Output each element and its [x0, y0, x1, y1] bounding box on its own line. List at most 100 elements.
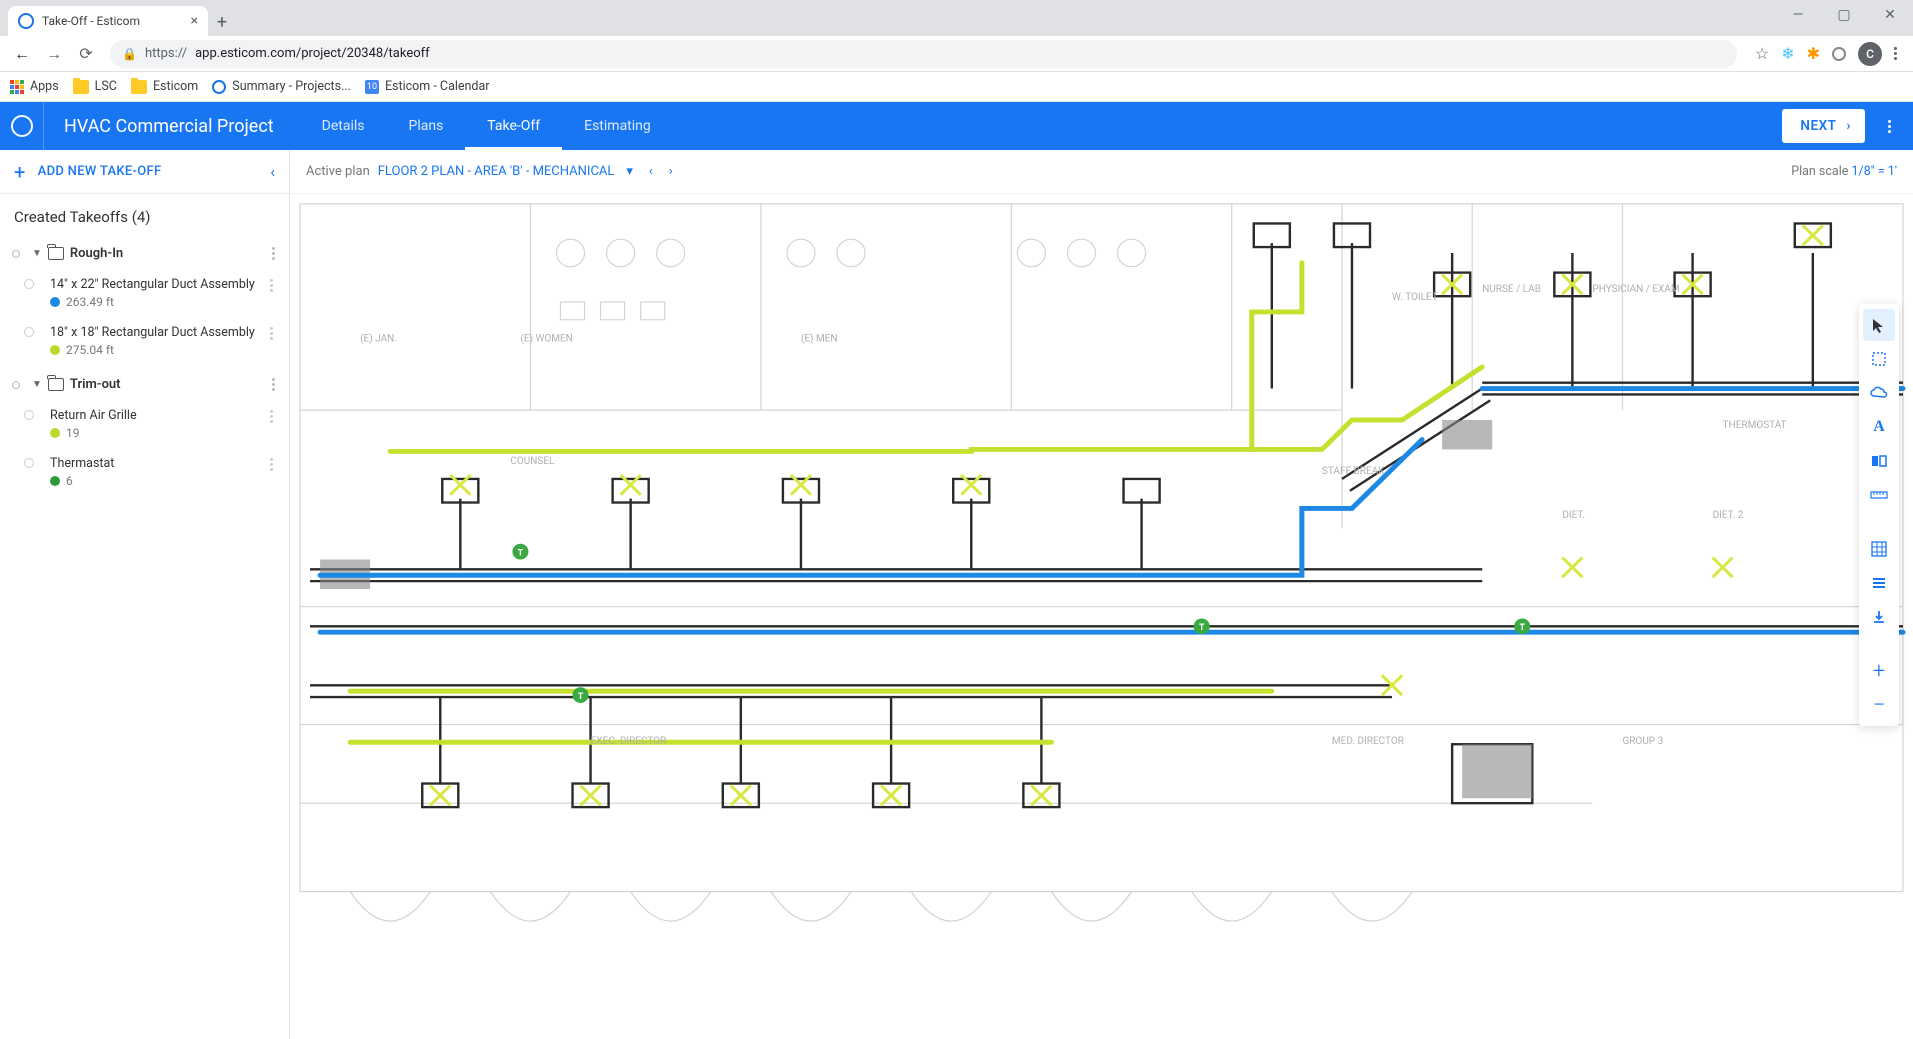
folder-icon [73, 80, 89, 94]
bookmark-calendar[interactable]: 10Esticom - Calendar [365, 79, 490, 94]
canvas-toolbar-floating: A + − [1859, 304, 1899, 726]
star-icon[interactable]: ☆ [1755, 44, 1769, 63]
tool-zoom-in[interactable]: + [1863, 655, 1895, 687]
tab-strip: Take-Off - Esticom × + — ▢ ✕ [0, 0, 1913, 36]
tab-estimating[interactable]: Estimating [562, 102, 673, 150]
tab-title: Take-Off - Esticom [42, 14, 140, 28]
url-field[interactable]: 🔒 https://app.esticom.com/project/20348/… [110, 40, 1737, 68]
forward-button[interactable]: → [40, 40, 68, 68]
maximize-button[interactable]: ▢ [1821, 0, 1867, 30]
app-menu-icon[interactable] [1877, 114, 1901, 138]
next-button[interactable]: NEXT › [1782, 109, 1865, 143]
item-more-icon[interactable] [270, 327, 273, 340]
color-dot-icon [50, 345, 60, 355]
plan-prev-button[interactable]: ‹ [645, 164, 657, 179]
apps-icon [10, 80, 24, 94]
plan-scale-value[interactable]: 1/8" = 1' [1852, 164, 1897, 179]
active-plan-label: Active plan [306, 164, 370, 179]
tree-group-trim-out[interactable]: ▼ Trim-out [6, 367, 281, 402]
chevron-down-icon: ▼ [32, 248, 42, 259]
bookmark-apps[interactable]: Apps [10, 79, 59, 94]
new-tab-button[interactable]: + [208, 8, 236, 36]
item-more-icon[interactable] [270, 458, 273, 471]
close-window-button[interactable]: ✕ [1867, 0, 1913, 30]
svg-text:(E) WOMEN: (E) WOMEN [520, 333, 572, 344]
folder-icon [48, 247, 64, 260]
item-more-icon[interactable] [270, 279, 273, 292]
svg-text:EXEC. DIRECTOR: EXEC. DIRECTOR [591, 736, 667, 747]
logo-icon [11, 115, 33, 137]
tool-download[interactable] [1863, 601, 1895, 633]
project-title: HVAC Commercial Project [44, 116, 294, 137]
visibility-toggle-icon[interactable] [12, 381, 20, 389]
color-dot-icon [50, 428, 60, 438]
bookmark-summary[interactable]: Summary - Projects... [212, 79, 351, 94]
app-logo[interactable] [0, 102, 44, 150]
canvas-area: Active plan FLOOR 2 PLAN - AREA 'B' - ME… [290, 150, 1913, 1039]
favicon-icon [18, 13, 34, 29]
tree-group-rough-in[interactable]: ▼ Rough-In [6, 236, 281, 271]
visibility-toggle-icon[interactable] [24, 410, 34, 420]
bookmark-lsc[interactable]: LSC [73, 79, 117, 94]
color-dot-icon [50, 297, 60, 307]
calendar-icon: 10 [365, 80, 379, 94]
folder-icon [131, 80, 147, 94]
chevron-down-icon: ▼ [32, 379, 42, 390]
takeoff-item[interactable]: 18" x 18" Rectangular Duct Assembly 275.… [6, 319, 281, 367]
minimize-button[interactable]: — [1775, 0, 1821, 30]
takeoff-item[interactable]: Return Air Grille 19 [6, 402, 281, 450]
nav-tabs: Details Plans Take-Off Estimating [300, 102, 673, 150]
svg-text:THERMOSTAT: THERMOSTAT [1723, 420, 1787, 431]
plan-next-button[interactable]: › [665, 164, 677, 179]
takeoff-item[interactable]: Thermastat 6 [6, 450, 281, 498]
tool-text[interactable]: A [1863, 411, 1895, 443]
ext-icon-1[interactable]: ❄ [1781, 44, 1794, 63]
tool-grid[interactable] [1863, 533, 1895, 565]
tool-cursor[interactable] [1863, 309, 1895, 341]
item-more-icon[interactable] [270, 410, 273, 423]
svg-text:STAFF BREAK: STAFF BREAK [1322, 466, 1385, 477]
ext-icon-2[interactable]: ✱ [1807, 44, 1820, 63]
add-takeoff-button[interactable]: + ADD NEW TAKE-OFF [14, 160, 161, 184]
chevron-down-icon[interactable]: ▾ [622, 164, 637, 179]
tool-compare[interactable] [1863, 445, 1895, 477]
group-more-icon[interactable] [272, 378, 275, 391]
tab-close-icon[interactable]: × [191, 13, 198, 29]
svg-text:(E) MEN: (E) MEN [801, 333, 838, 344]
bookmark-esticom[interactable]: Esticom [131, 79, 198, 94]
tab-details[interactable]: Details [300, 102, 387, 150]
plan-name-dropdown[interactable]: FLOOR 2 PLAN - AREA 'B' - MECHANICAL [378, 164, 615, 179]
tool-select-rect[interactable] [1863, 343, 1895, 375]
svg-text:NURSE / LAB: NURSE / LAB [1482, 284, 1541, 295]
tool-zoom-out[interactable]: − [1863, 689, 1895, 721]
url-text: app.esticom.com/project/20348/takeoff [195, 46, 430, 61]
collapse-sidebar-button[interactable]: ‹ [270, 162, 275, 181]
group-more-icon[interactable] [272, 247, 275, 260]
tool-layers[interactable] [1863, 567, 1895, 599]
back-button[interactable]: ← [8, 40, 36, 68]
svg-text:T: T [518, 549, 524, 559]
tool-measure[interactable] [1863, 479, 1895, 511]
takeoff-item[interactable]: 14" x 22" Rectangular Duct Assembly 263.… [6, 271, 281, 319]
chrome-menu-icon[interactable] [1894, 47, 1897, 60]
visibility-toggle-icon[interactable] [24, 279, 34, 289]
sidebar: + ADD NEW TAKE-OFF ‹ Created Takeoffs (4… [0, 150, 290, 1039]
svg-text:(E) JAN.: (E) JAN. [360, 333, 397, 344]
ext-icon-3[interactable] [1832, 47, 1846, 61]
reload-button[interactable]: ⟳ [72, 40, 100, 68]
svg-text:GROUP 3: GROUP 3 [1622, 736, 1663, 747]
tab-takeoff[interactable]: Take-Off [465, 102, 562, 150]
visibility-toggle-icon[interactable] [12, 250, 20, 258]
profile-avatar[interactable]: C [1858, 42, 1882, 66]
svg-text:T: T [1519, 623, 1525, 633]
tool-cloud[interactable] [1863, 377, 1895, 409]
plan-canvas[interactable]: T T T T (E) JAN. (E) WOMEN (E) MEN W. TO… [290, 194, 1913, 1039]
visibility-toggle-icon[interactable] [24, 458, 34, 468]
tab-plans[interactable]: Plans [386, 102, 465, 150]
color-dot-icon [50, 476, 60, 486]
lock-icon: 🔒 [122, 47, 137, 61]
window-controls: — ▢ ✕ [1775, 0, 1913, 30]
visibility-toggle-icon[interactable] [24, 327, 34, 337]
svg-text:T: T [578, 692, 584, 702]
browser-tab[interactable]: Take-Off - Esticom × [8, 6, 208, 36]
